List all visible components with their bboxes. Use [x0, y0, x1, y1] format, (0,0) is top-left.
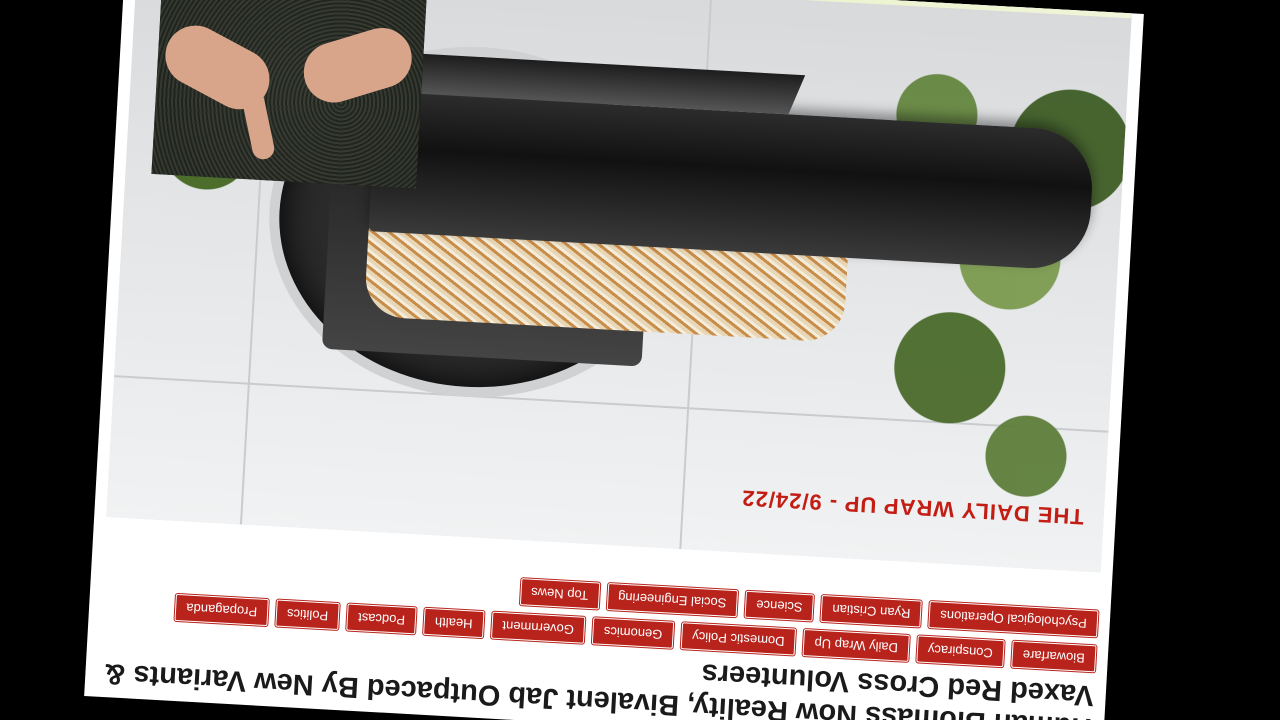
tag-ryan-cristian[interactable]: Ryan Cristian — [820, 594, 923, 628]
tag-genomics[interactable]: Genomics — [592, 617, 674, 649]
tag-domestic-policy[interactable]: Domestic Policy — [680, 622, 797, 656]
tag-propaganda[interactable]: Propaganda — [174, 593, 269, 627]
soil-in-hands-inset — [151, 0, 428, 189]
tag-health[interactable]: Health — [423, 607, 485, 639]
tag-daily-wrap-up[interactable]: Daily Wrap Up — [802, 629, 910, 662]
fern-plants — [831, 0, 1132, 573]
screen-background: Human Biomass Now Reality, Bivalent Jab … — [0, 0, 1280, 720]
tag-social-engineering[interactable]: Social Engineering — [606, 583, 739, 618]
tag-biowarfare[interactable]: Biowarfare — [1011, 640, 1097, 673]
hero-image[interactable]: THE DAILY WRAP UP - 9/24/22 — [106, 0, 1132, 573]
article-page: Human Biomass Now Reality, Bivalent Jab … — [84, 0, 1144, 720]
tag-science[interactable]: Science — [744, 590, 815, 622]
tag-psychological-operations[interactable]: Psychological Operations — [928, 601, 1099, 638]
tag-conspiracy[interactable]: Conspiracy — [916, 635, 1005, 668]
tag-government[interactable]: Government — [490, 611, 586, 644]
tag-podcast[interactable]: Podcast — [346, 603, 417, 635]
tag-top-news[interactable]: Top News — [519, 578, 600, 610]
tag-politics[interactable]: Politics — [275, 599, 340, 631]
